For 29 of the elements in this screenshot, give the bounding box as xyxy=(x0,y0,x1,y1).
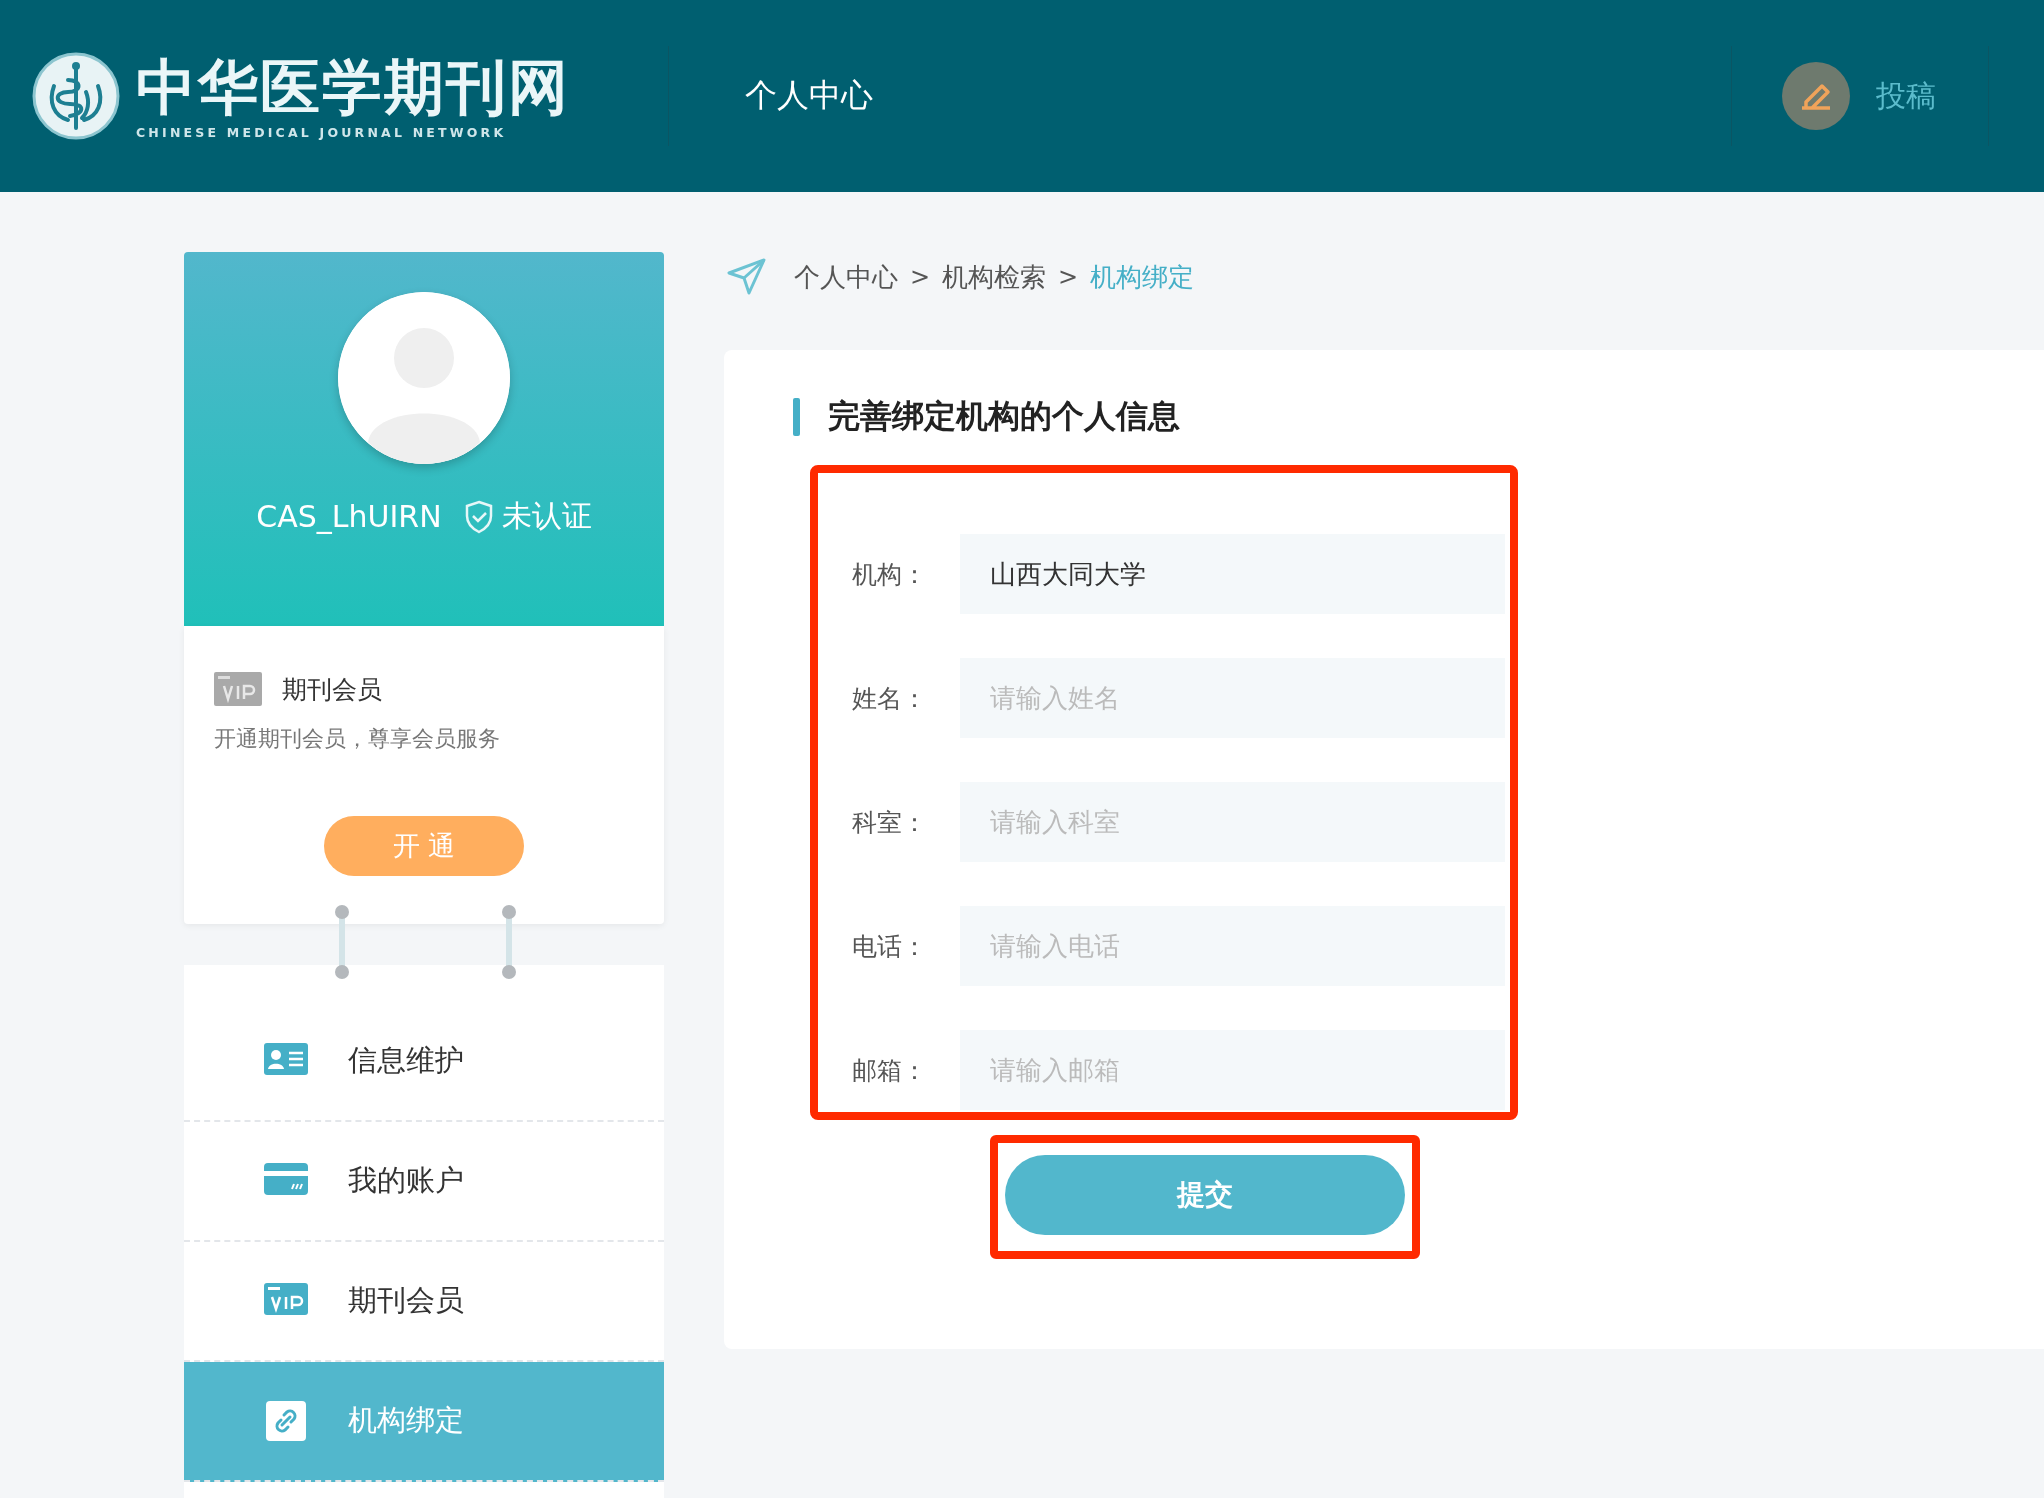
field-label: 邮箱： xyxy=(852,1054,928,1087)
menu-item[interactable]: 我的账户 xyxy=(184,1122,664,1242)
input-field[interactable]: 请输入电话 xyxy=(960,906,1505,986)
breadcrumb-separator: > xyxy=(910,263,931,291)
field-label: 姓名： xyxy=(852,682,928,715)
form-title: 完善绑定机构的个人信息 xyxy=(828,396,1180,437)
verification-status: 未认证 xyxy=(501,497,592,535)
field-label: 电话： xyxy=(852,930,928,963)
vip-title: 期刊会员 xyxy=(282,673,382,706)
vip-description: 开通期刊会员，尊享会员服务 xyxy=(214,725,501,753)
input-field[interactable]: 请输入科室 xyxy=(960,782,1505,862)
navigation-icon xyxy=(726,257,766,297)
page-title: 个人中心 xyxy=(745,75,874,116)
input-field[interactable]: 请输入姓名 xyxy=(960,658,1505,738)
title-accent-bar xyxy=(793,398,800,436)
input-field[interactable]: 山西大同大学 xyxy=(960,534,1505,614)
username: CAS_LhUIRN xyxy=(256,499,442,534)
breadcrumb-link[interactable]: 个人中心 xyxy=(794,259,898,295)
input-field[interactable]: 请输入邮箱 xyxy=(960,1030,1505,1110)
breadcrumb-link[interactable]: 机构检索 xyxy=(942,259,1047,295)
field-label: 机构： xyxy=(852,558,928,591)
breadcrumb-separator: > xyxy=(1058,263,1079,291)
field-label: 科室： xyxy=(852,806,928,839)
logo-title: 中华医学期刊网 xyxy=(136,52,570,121)
vip-icon xyxy=(214,672,262,706)
logo-icon xyxy=(32,52,120,140)
menu-item[interactable]: 信息维护 xyxy=(184,1002,664,1122)
logo-subtitle: CHINESE MEDICAL JOURNAL NETWORK xyxy=(136,124,508,140)
pen-icon[interactable] xyxy=(1782,62,1850,130)
